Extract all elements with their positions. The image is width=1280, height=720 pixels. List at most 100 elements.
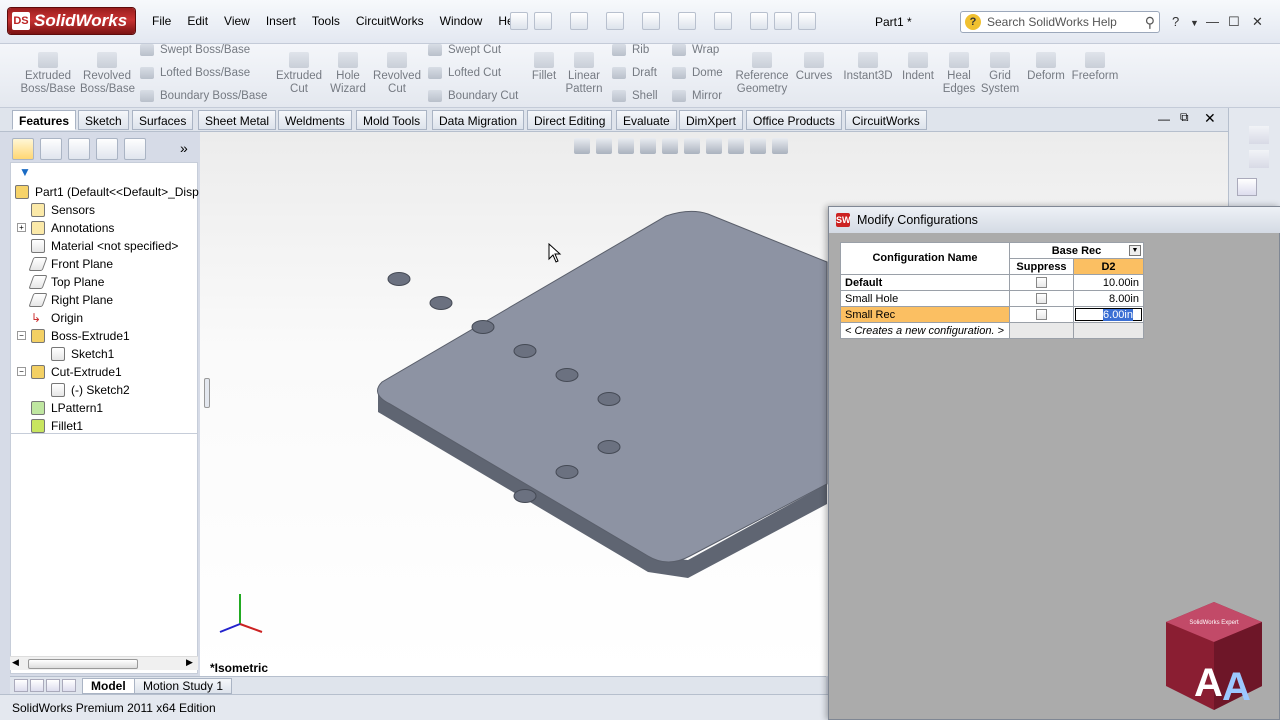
open-icon[interactable] — [570, 12, 588, 30]
curves-button[interactable]: Curves — [794, 52, 834, 83]
tab-weldments[interactable]: Weldments — [278, 110, 352, 130]
draft-button[interactable]: Draft — [612, 67, 657, 79]
dome-button[interactable]: Dome — [672, 67, 723, 79]
tab-model[interactable]: Model — [82, 678, 135, 694]
menu-window[interactable]: Window — [432, 14, 491, 28]
table-row-selected[interactable]: Small Rec 6.00in — [840, 306, 1144, 323]
minimize-icon[interactable]: — — [1206, 14, 1219, 29]
tab-direct-editing[interactable]: Direct Editing — [527, 110, 613, 130]
tab-sheet-metal[interactable]: Sheet Metal — [198, 110, 277, 130]
close-icon[interactable]: ✕ — [1252, 14, 1263, 30]
tree-item-material[interactable]: Material <not specified> — [31, 237, 178, 255]
grid-system-button[interactable]: Grid System — [980, 52, 1020, 96]
collapse-icon[interactable]: − — [17, 331, 26, 340]
hole[interactable] — [555, 368, 579, 382]
freeform-button[interactable]: Freeform — [1070, 52, 1120, 83]
boundary-cut-button[interactable]: Boundary Cut — [428, 90, 518, 102]
search-input[interactable]: Search SolidWorks Help — [987, 15, 1145, 29]
tree-item-part[interactable]: Part1 (Default<<Default>_Disp — [15, 183, 199, 201]
menu-file[interactable]: File — [144, 14, 179, 28]
search-icon[interactable]: ⚲ — [1145, 14, 1155, 31]
suppress-checkbox[interactable] — [1036, 309, 1047, 321]
suppress-checkbox[interactable] — [1036, 277, 1047, 289]
tab-office-products[interactable]: Office Products — [746, 110, 842, 130]
shell-button[interactable]: Shell — [612, 90, 658, 102]
dimxpert-manager-icon[interactable] — [96, 138, 118, 160]
print-icon[interactable] — [642, 12, 660, 30]
hole-wizard-button[interactable]: Hole Wizard — [326, 52, 370, 96]
filter-icon[interactable]: ▼ — [19, 165, 31, 179]
mirror-button[interactable]: Mirror — [672, 90, 722, 102]
next-tab-icon[interactable] — [46, 679, 60, 692]
tree-item-boss-extrude1[interactable]: − Boss-Extrude1 — [17, 327, 130, 345]
tab-data-migration[interactable]: Data Migration — [432, 110, 525, 130]
rib-button[interactable]: Rib — [612, 44, 649, 56]
expand-icon[interactable]: + — [17, 223, 26, 232]
hole[interactable] — [555, 465, 579, 479]
tree-item-annotations[interactable]: + Annotations — [17, 219, 114, 237]
extruded-boss-button[interactable]: Extruded Boss/Base — [20, 52, 76, 96]
hole[interactable] — [597, 440, 621, 454]
revolved-cut-button[interactable]: Revolved Cut — [370, 52, 424, 96]
file-explorer-icon[interactable] — [1249, 150, 1269, 168]
d2-value-cell[interactable]: 10.00in — [1073, 274, 1144, 291]
lofted-boss-button[interactable]: Lofted Boss/Base — [140, 67, 250, 79]
doc-restore-icon[interactable]: ⧉ — [1180, 110, 1189, 125]
rebuild-icon[interactable] — [750, 12, 768, 30]
view-settings-icon[interactable] — [772, 138, 788, 154]
menu-insert[interactable]: Insert — [258, 14, 304, 28]
column-group-base-rec[interactable]: Base Rec ▼ — [1009, 242, 1144, 259]
tree-item-sensors[interactable]: Sensors — [31, 201, 95, 219]
tree-item-front-plane[interactable]: Front Plane — [28, 255, 113, 273]
zoom-to-fit-icon[interactable] — [574, 138, 590, 154]
maximize-icon[interactable]: ☐ — [1228, 14, 1240, 30]
help-dropdown-icon[interactable]: ▼ — [1190, 18, 1199, 28]
prev-tab-icon[interactable] — [30, 679, 44, 692]
tab-evaluate[interactable]: Evaluate — [616, 110, 677, 130]
suppress-checkbox[interactable] — [1036, 293, 1047, 305]
table-row[interactable]: Default 10.00in — [840, 274, 1144, 291]
zoom-to-area-icon[interactable] — [596, 138, 612, 154]
scroll-right-icon[interactable]: ▶ — [186, 657, 193, 668]
linear-pattern-button[interactable]: Linear Pattern — [562, 52, 606, 96]
table-row-new[interactable]: < Creates a new configuration. > — [840, 322, 1144, 339]
config-name-cell[interactable]: Default — [840, 274, 1010, 291]
lofted-cut-button[interactable]: Lofted Cut — [428, 67, 501, 79]
featuremanager-tree-icon[interactable] — [12, 138, 34, 160]
property-manager-icon[interactable] — [40, 138, 62, 160]
display-manager-icon[interactable] — [124, 138, 146, 160]
select-icon[interactable] — [714, 12, 732, 30]
apply-scene-icon[interactable] — [750, 138, 766, 154]
first-tab-icon[interactable] — [14, 679, 28, 692]
hide-show-items-icon[interactable] — [706, 138, 722, 154]
extruded-cut-button[interactable]: Extruded Cut — [272, 52, 326, 96]
config-name-cell[interactable]: Small Rec — [840, 306, 1010, 323]
suppress-cell[interactable] — [1009, 306, 1074, 323]
revolved-boss-button[interactable]: Revolved Boss/Base — [80, 52, 135, 96]
save-icon[interactable] — [606, 12, 624, 30]
new-document-icon[interactable] — [534, 12, 552, 30]
solidworks-logo[interactable]: DS SolidWorks — [8, 8, 136, 34]
menu-tools[interactable]: Tools — [304, 14, 348, 28]
heal-edges-button[interactable]: Heal Edges — [940, 52, 978, 96]
file-properties-icon[interactable] — [774, 12, 792, 30]
edit-appearance-icon[interactable] — [728, 138, 744, 154]
display-style-icon[interactable] — [684, 138, 700, 154]
tab-sketch[interactable]: Sketch — [78, 110, 129, 130]
tree-item-top-plane[interactable]: Top Plane — [28, 273, 104, 291]
wrap-button[interactable]: Wrap — [672, 44, 719, 56]
tab-circuitworks[interactable]: CircuitWorks — [845, 110, 927, 130]
tree-item-right-plane[interactable]: Right Plane — [28, 291, 113, 309]
expand-chevron-icon[interactable]: » — [180, 140, 188, 156]
swept-cut-button[interactable]: Swept Cut — [428, 44, 501, 56]
collapse-icon[interactable]: − — [17, 367, 26, 376]
d2-value-cell[interactable]: 8.00in — [1073, 290, 1144, 307]
help-question-icon[interactable]: ? — [1172, 14, 1179, 29]
options-icon[interactable] — [798, 12, 816, 30]
swept-boss-button[interactable]: Swept Boss/Base — [140, 44, 250, 56]
menu-circuitworks[interactable]: CircuitWorks — [348, 14, 432, 28]
undo-icon[interactable] — [678, 12, 696, 30]
tree-item-origin[interactable]: ↳ Origin — [31, 309, 83, 327]
tab-features[interactable]: Features — [12, 110, 77, 130]
tree-item-sketch1[interactable]: Sketch1 — [51, 345, 114, 363]
